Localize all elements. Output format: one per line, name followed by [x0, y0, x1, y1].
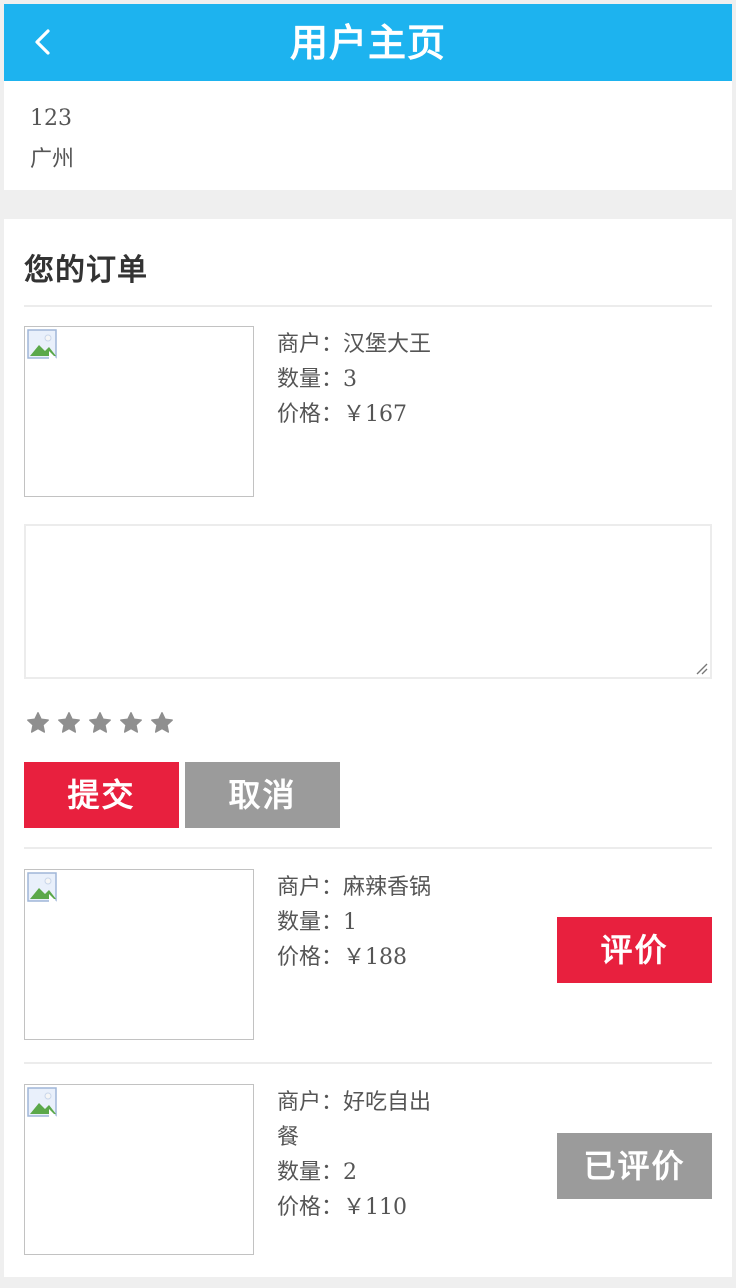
page: 用户主页 123 广州 您的订单 商户：汉堡大王 数量：3 价格：￥167 提交…	[4, 4, 732, 1288]
order-price: 价格：￥167	[277, 402, 407, 427]
divider	[24, 1062, 712, 1064]
broken-image-icon	[27, 329, 57, 359]
order-quantity: 数量：2	[277, 1160, 357, 1185]
divider	[24, 847, 712, 849]
reviewed-button[interactable]: 已评价	[557, 1133, 712, 1199]
top-bar: 用户主页	[4, 4, 732, 81]
star-icon[interactable]	[150, 711, 174, 735]
broken-image-icon	[27, 872, 57, 902]
bottom-spacer	[4, 1277, 732, 1288]
user-info-card: 123 广州	[4, 81, 732, 190]
review-comment-textarea[interactable]	[24, 524, 712, 679]
order-image	[24, 1084, 254, 1255]
chevron-left-icon[interactable]	[28, 26, 60, 58]
resize-handle-icon[interactable]	[694, 661, 708, 675]
orders-section: 您的订单 商户：汉堡大王 数量：3 价格：￥167 提交 取消 商户：麻辣香锅 …	[4, 219, 732, 1277]
star-icon[interactable]	[57, 711, 81, 735]
order-merchant: 商户：汉堡大王	[277, 332, 432, 357]
user-city: 广州	[30, 147, 75, 172]
order-quantity: 数量：3	[277, 367, 357, 392]
order-merchant: 商户：麻辣香锅	[277, 875, 432, 900]
page-title: 用户主页	[289, 20, 446, 65]
order-price: 价格：￥110	[277, 1195, 407, 1220]
order-quantity: 数量：1	[277, 910, 357, 935]
user-name: 123	[30, 106, 72, 131]
divider	[24, 305, 712, 307]
order-info: 商户：好吃自出餐 数量：2 价格：￥110	[277, 1085, 447, 1225]
orders-title: 您的订单	[24, 253, 148, 288]
order-image	[24, 326, 254, 497]
review-button[interactable]: 评价	[557, 917, 712, 983]
order-merchant: 商户：好吃自出餐	[277, 1090, 432, 1150]
cancel-review-button[interactable]: 取消	[185, 762, 340, 828]
order-info: 商户：麻辣香锅 数量：1 价格：￥188	[277, 870, 431, 975]
order-price: 价格：￥188	[277, 945, 407, 970]
order-info: 商户：汉堡大王 数量：3 价格：￥167	[277, 327, 431, 432]
submit-review-button[interactable]: 提交	[24, 762, 179, 828]
star-rating[interactable]	[26, 711, 176, 739]
star-icon[interactable]	[119, 711, 143, 735]
star-icon[interactable]	[26, 711, 50, 735]
star-icon[interactable]	[88, 711, 112, 735]
broken-image-icon	[27, 1087, 57, 1117]
order-image	[24, 869, 254, 1040]
